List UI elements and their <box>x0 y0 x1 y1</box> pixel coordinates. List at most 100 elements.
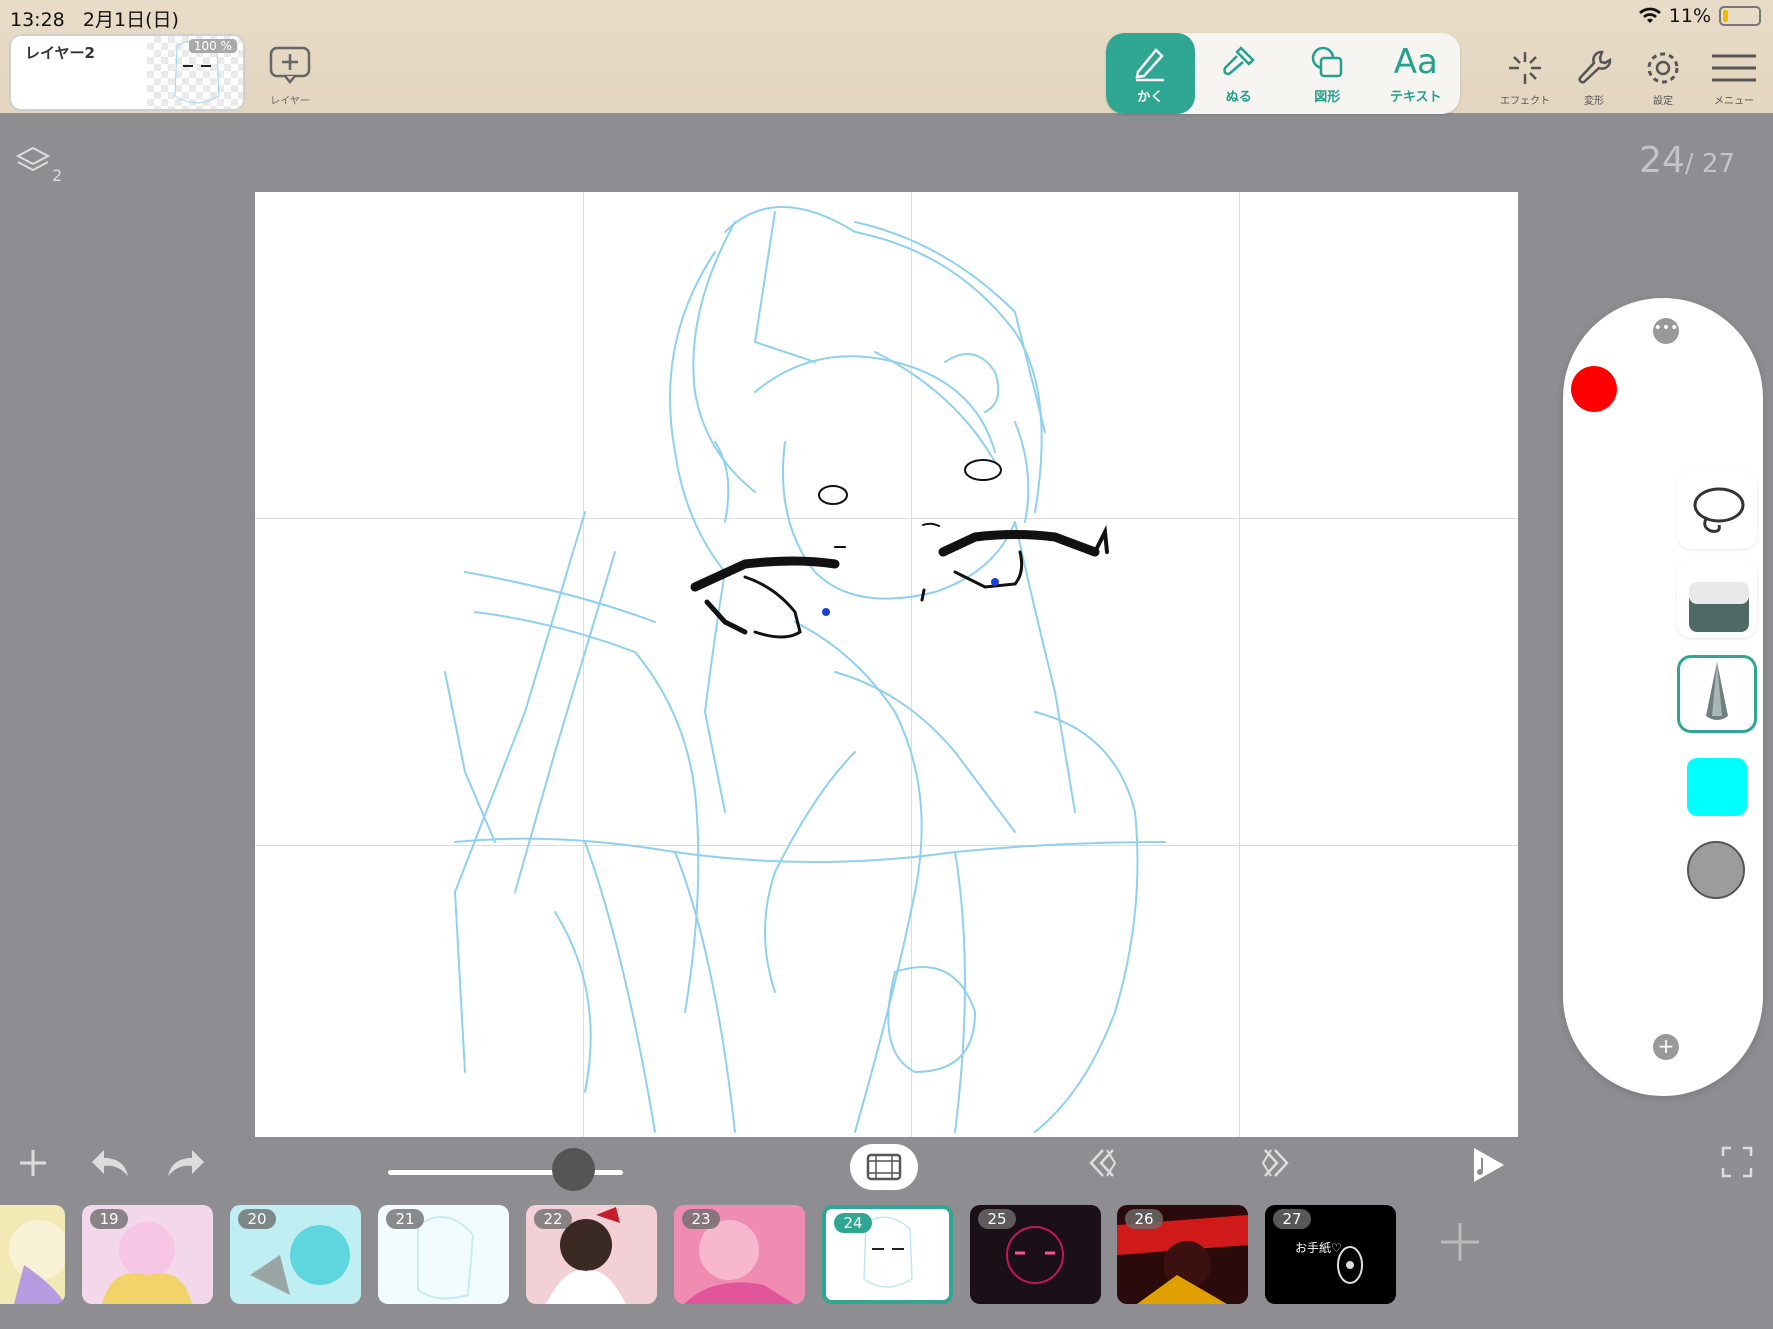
frame-thumbnail-current[interactable]: 24 <box>822 1205 953 1304</box>
frame-total: / 27 <box>1684 149 1735 179</box>
play-music-icon <box>1474 1148 1504 1182</box>
plus-icon <box>1441 1223 1479 1261</box>
tab-text[interactable]: Aa テキスト <box>1372 33 1461 114</box>
brush-panel: ••• + <box>1563 298 1763 1096</box>
layer-name: レイヤー2 <box>25 44 95 62</box>
brush-panel-add-button[interactable]: + <box>1653 1034 1679 1060</box>
drawing-canvas[interactable] <box>255 192 1518 1137</box>
frame-note-text: お手紙♡ <box>1295 1241 1342 1255</box>
battery-percent: 11% <box>1668 5 1711 27</box>
frame-current: 24 <box>1639 140 1685 181</box>
hamburger-menu-icon <box>1712 54 1756 82</box>
add-layer-icon <box>269 46 311 84</box>
eraser-tool-button[interactable] <box>1677 560 1757 638</box>
transform-button[interactable]: 変形 <box>1563 48 1625 107</box>
lasso-icon <box>1693 487 1745 533</box>
settings-button[interactable]: 設定 <box>1632 48 1694 107</box>
layer-opacity: 100 % <box>188 39 237 53</box>
undo-icon <box>92 1150 128 1176</box>
tab-draw[interactable]: かく <box>1106 33 1195 114</box>
plus-icon <box>20 1150 46 1176</box>
color-swatch-tertiary[interactable] <box>1687 841 1745 899</box>
status-date: 2月1日(日) <box>82 9 179 31</box>
effect-label: エフェクト <box>1500 96 1550 107</box>
settings-label: 設定 <box>1653 96 1673 107</box>
wifi-icon <box>1638 7 1661 23</box>
fill-brush-icon <box>1223 46 1255 76</box>
frame-number: 26 <box>1125 1209 1163 1229</box>
frame-number: 27 <box>1273 1209 1311 1229</box>
redo-button[interactable] <box>166 1146 206 1189</box>
wrench-icon <box>1578 50 1612 84</box>
tab-fill-label: ぬる <box>1225 90 1252 105</box>
frame-number: 23 <box>682 1209 720 1229</box>
tab-draw-label: かく <box>1137 90 1164 105</box>
frame-thumbnail[interactable]: 20 <box>230 1205 361 1304</box>
tool-tabs: かく ぬる 図形 Aa テキスト <box>1106 33 1460 114</box>
text-icon: Aa <box>1393 42 1438 82</box>
tab-shape[interactable]: 図形 <box>1283 33 1372 114</box>
gear-icon <box>1647 52 1679 84</box>
fullscreen-button[interactable] <box>1721 1146 1753 1187</box>
frame-thumbnail[interactable] <box>0 1205 65 1304</box>
frame-counter: 24/ 27 <box>1639 140 1735 181</box>
add-layer-label: レイヤー <box>270 96 310 107</box>
frame-thumbnail[interactable]: 27 お手紙♡ <box>1265 1205 1396 1304</box>
frame-thumbnail[interactable]: 26 <box>1117 1205 1248 1304</box>
frame-number: 20 <box>238 1209 276 1229</box>
sparkle-icon <box>1509 52 1541 84</box>
undo-button[interactable] <box>90 1146 130 1189</box>
layers-icon <box>15 146 51 172</box>
fullscreen-icon <box>1721 1146 1753 1178</box>
pen-tool-button[interactable] <box>1677 655 1757 733</box>
frame-number: 25 <box>978 1209 1016 1229</box>
frame-number: 24 <box>834 1213 872 1233</box>
next-frame-icon <box>1261 1149 1289 1177</box>
lasso-tool-button[interactable] <box>1677 471 1757 549</box>
tab-shape-label: 図形 <box>1314 90 1341 105</box>
color-swatch-secondary[interactable] <box>1687 758 1747 816</box>
top-toolbar: 13:28 2月1日(日) 11% レイヤー2 100 % レイヤー かく ぬる… <box>0 0 1773 114</box>
sketch-drawing <box>444 206 1166 1133</box>
frame-timeline: 19 20 21 22 23 24 25 26 27 お手紙♡ <box>0 1201 1773 1329</box>
color-swatch-primary[interactable] <box>1571 366 1617 412</box>
zoom-slider-knob[interactable] <box>552 1148 595 1191</box>
film-icon <box>866 1153 902 1181</box>
more-icon: ••• <box>1653 320 1679 336</box>
frame-art <box>9 1220 65 1304</box>
prev-frame-button[interactable] <box>1085 1146 1119 1189</box>
menu-button[interactable]: メニュー <box>1704 48 1764 107</box>
plus-icon: + <box>1657 1034 1675 1058</box>
frame-number: 22 <box>534 1209 572 1229</box>
brush-panel-more-button[interactable]: ••• <box>1653 318 1679 344</box>
layer-chip[interactable]: レイヤー2 100 % <box>9 34 245 111</box>
frame-thumbnail[interactable]: 19 <box>82 1205 213 1304</box>
add-frame-button[interactable] <box>1437 1217 1483 1277</box>
layer-thumbnail: 100 % <box>147 36 243 109</box>
play-button[interactable] <box>1470 1146 1506 1193</box>
frame-thumbnail[interactable]: 22 <box>526 1205 657 1304</box>
add-layer-button[interactable]: レイヤー <box>266 46 314 107</box>
add-button[interactable] <box>16 1146 50 1189</box>
tab-fill[interactable]: ぬる <box>1195 33 1284 114</box>
shape-icon <box>1312 46 1343 78</box>
transform-label: 変形 <box>1584 96 1604 107</box>
layer-count: 2 <box>52 166 63 185</box>
frame-thumbnail[interactable]: 25 <box>970 1205 1101 1304</box>
eraser-icon <box>1689 582 1749 632</box>
frame-number: 21 <box>386 1209 424 1229</box>
next-frame-button[interactable] <box>1259 1146 1293 1189</box>
pen-nib-icon <box>1706 662 1728 720</box>
effect-button[interactable]: エフェクト <box>1494 48 1556 107</box>
frame-number: 19 <box>90 1209 128 1229</box>
frame-thumbnail[interactable]: 23 <box>674 1205 805 1304</box>
frame-thumbnail[interactable]: 21 <box>378 1205 509 1304</box>
tab-text-label: テキスト <box>1389 90 1442 105</box>
menu-label: メニュー <box>1714 96 1754 107</box>
pencil-icon <box>1135 48 1165 82</box>
status-right: 11% <box>1638 5 1761 27</box>
status-clock: 13:28 <box>10 9 65 31</box>
app-root: 13:28 2月1日(日) 11% レイヤー2 100 % レイヤー かく ぬる… <box>0 0 1773 1329</box>
filmstrip-toggle-button[interactable] <box>850 1144 918 1190</box>
layers-toggle-button[interactable]: 2 <box>15 144 62 185</box>
